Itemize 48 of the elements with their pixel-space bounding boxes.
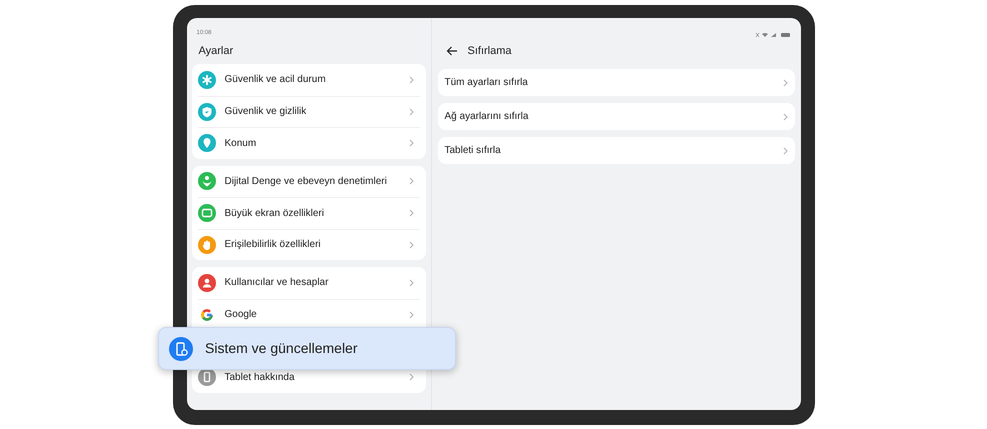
chevron-right-icon <box>408 209 414 218</box>
settings-item[interactable]: Büyük ekran özellikleri <box>198 197 420 228</box>
settings-item-label: Google <box>224 308 258 322</box>
settings-item[interactable]: Erişilebilirlik özellikleri <box>198 228 420 260</box>
reset-option[interactable]: Ağ ayarlarını sıfırla <box>438 103 794 130</box>
chevron-right-icon <box>408 177 414 186</box>
chevron-right-icon <box>782 112 788 120</box>
chevron-right-icon <box>408 76 414 84</box>
chevron-right-icon <box>408 139 414 148</box>
settings-item[interactable]: Kullanıcılar ve hesaplar <box>198 267 420 298</box>
settings-item[interactable]: Dijital Denge ve ebeveyn denetimleri <box>198 166 420 197</box>
settings-item-label: Dijital Denge ve ebeveyn denetimleri <box>224 174 388 189</box>
settings-item-label: Güvenlik ve gizlilik <box>224 105 308 120</box>
chevron-right-icon <box>782 146 788 154</box>
chevron-right-icon <box>408 240 414 249</box>
chevron-right-icon <box>408 278 414 287</box>
reset-option[interactable]: Tüm ayarları sıfırla <box>438 69 794 96</box>
chevron-right-icon <box>408 310 414 319</box>
setting-icon <box>198 236 216 254</box>
status-icons <box>754 32 790 38</box>
reset-option-label: Ağ ayarlarını sıfırla <box>444 110 528 124</box>
settings-item[interactable]: Konum <box>198 127 420 158</box>
settings-item-label: Büyük ekran özellikleri <box>224 206 325 221</box>
setting-icon <box>198 70 216 89</box>
settings-item[interactable]: Güvenlik ve gizlilik <box>198 96 420 127</box>
settings-item-label: Konum <box>224 136 258 151</box>
page-title: Sıfırlama <box>468 44 512 59</box>
zoomed-item-tooltip[interactable]: Sistem ve güncellemeler <box>158 327 456 370</box>
reset-option[interactable]: Tableti sıfırla <box>438 137 794 164</box>
phone-gear-icon <box>169 336 193 360</box>
settings-item-label: Erişilebilirlik özellikleri <box>224 238 322 252</box>
chevron-right-icon <box>408 373 414 382</box>
settings-item-label: Tablet hakkında <box>224 370 296 385</box>
chevron-right-icon <box>408 108 414 116</box>
setting-icon <box>198 172 216 190</box>
sidebar-title: Ayarlar <box>198 44 234 59</box>
settings-item[interactable]: Güvenlik ve acil durum <box>198 64 420 96</box>
setting-icon <box>198 274 216 292</box>
settings-item-label: Kullanıcılar ve hesaplar <box>224 276 330 290</box>
setting-icon <box>198 102 216 121</box>
reset-option-label: Tableti sıfırla <box>444 144 501 158</box>
setting-icon <box>198 134 216 152</box>
back-arrow-icon[interactable] <box>446 46 458 56</box>
setting-icon <box>198 204 216 222</box>
chevron-right-icon <box>782 78 788 86</box>
settings-item-label: Güvenlik ve acil durum <box>224 73 327 88</box>
reset-option-label: Tüm ayarları sıfırla <box>444 76 528 90</box>
highlighted-menu-label: Sistem ve güncellemeler <box>205 339 358 358</box>
